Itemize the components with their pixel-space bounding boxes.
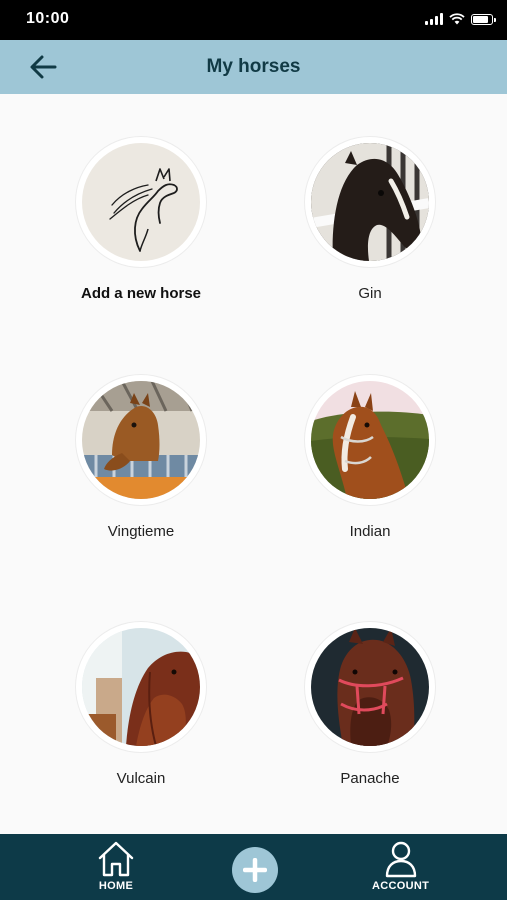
nav-home[interactable]: HOME: [96, 840, 136, 892]
avatar-ring: [305, 375, 435, 505]
horse-grid: Add a new horse Gin Vingtieme Indian Vul…: [0, 94, 507, 834]
horse-card-panache[interactable]: Panache: [270, 622, 470, 787]
horse-photo: [82, 381, 200, 499]
avatar-ring: [76, 137, 206, 267]
avatar-ring: [305, 137, 435, 267]
horse-photo: [311, 143, 429, 261]
add-horse-card[interactable]: Add a new horse: [41, 137, 241, 302]
horse-card-indian[interactable]: Indian: [270, 375, 470, 540]
horse-name: Gin: [358, 285, 382, 302]
horse-card-gin[interactable]: Gin: [270, 137, 470, 302]
status-bar: 10:00: [0, 0, 507, 40]
nav-account-label: ACCOUNT: [372, 880, 430, 892]
page-title: My horses: [206, 56, 301, 77]
wifi-icon: [449, 13, 465, 25]
horse-photo: [311, 381, 429, 499]
user-icon: [385, 841, 416, 878]
horse-name: Add a new horse: [80, 285, 202, 302]
horse-name: Panache: [340, 770, 400, 787]
home-icon: [98, 841, 134, 877]
status-time: 10:00: [26, 10, 70, 27]
horse-photo: [82, 628, 200, 746]
avatar-ring: [76, 622, 206, 752]
avatar-ring: [305, 622, 435, 752]
avatar-ring: [76, 375, 206, 505]
horse-photo: [311, 628, 429, 746]
bottom-nav: HOME ACCOUNT: [0, 834, 507, 900]
horse-name: Vulcain: [116, 770, 166, 787]
battery-icon: [471, 13, 496, 25]
nav-home-label: HOME: [98, 880, 134, 892]
app-header: My horses: [0, 40, 507, 94]
status-icons: [425, 13, 496, 25]
horse-outline-icon: [82, 143, 200, 261]
add-button[interactable]: [232, 847, 278, 893]
horse-name: Vingtieme: [107, 523, 175, 540]
horse-card-vulcain[interactable]: Vulcain: [41, 622, 241, 787]
horse-card-vingtieme[interactable]: Vingtieme: [41, 375, 241, 540]
nav-account[interactable]: ACCOUNT: [372, 840, 429, 892]
horse-name: Indian: [349, 523, 391, 540]
plus-icon: [243, 858, 267, 882]
signal-icon: [425, 13, 443, 25]
